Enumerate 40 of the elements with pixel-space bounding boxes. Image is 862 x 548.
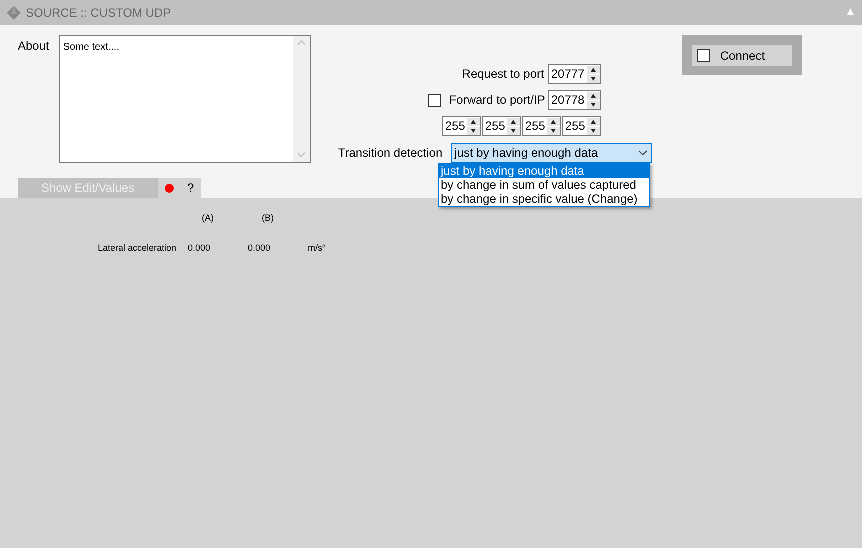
spin-down-icon[interactable] xyxy=(587,126,600,134)
transition-label: Transition detection xyxy=(338,145,443,162)
spin-down-icon[interactable] xyxy=(586,100,600,108)
spin-up-icon[interactable] xyxy=(507,118,520,126)
port-label: Request to port xyxy=(462,66,544,83)
window-title: SOURCE :: CUSTOM UDP xyxy=(26,4,172,22)
unit-label: m/s² xyxy=(308,242,326,254)
spin-down-icon[interactable] xyxy=(507,126,520,134)
spin-up-icon[interactable] xyxy=(587,118,600,126)
about-field[interactable]: Some text.... xyxy=(59,35,312,163)
about-label: About xyxy=(18,39,50,53)
numeric-field[interactable]: 255 xyxy=(522,116,562,136)
forward-label: Forward to port/IP xyxy=(449,92,546,109)
row-label: Lateral acceleration xyxy=(98,242,178,254)
numeric-field[interactable]: 20777 xyxy=(548,64,602,84)
dropdown[interactable]: just by having enough data xyxy=(450,143,652,163)
numeric-field[interactable]: 255 xyxy=(442,116,482,136)
dropdown-option[interactable]: just by having enough data xyxy=(439,164,649,178)
spin-up-icon[interactable] xyxy=(467,118,480,126)
column-header: (A) xyxy=(201,212,215,225)
spin-up-icon[interactable] xyxy=(547,118,560,126)
value-cell-text: 0.000 xyxy=(248,242,272,254)
help-button[interactable]: ? xyxy=(187,179,194,197)
spin-up-icon[interactable] xyxy=(586,66,600,74)
dropdown-option[interactable]: by change in sum of values captured xyxy=(439,178,649,192)
spin-down-icon[interactable] xyxy=(467,126,480,134)
numeric-field[interactable]: 255 xyxy=(562,116,602,136)
chevron-down-icon xyxy=(638,150,648,156)
app-logo-icon xyxy=(6,4,22,20)
checkbox[interactable] xyxy=(428,94,442,106)
dropdown-option[interactable]: by change in specific value (Change) xyxy=(439,192,649,206)
checkbox[interactable] xyxy=(697,49,710,62)
value-cell-text: 0.000 xyxy=(188,242,212,254)
column-header: (B) xyxy=(261,212,275,225)
connect-button[interactable]: Connect xyxy=(692,45,792,66)
numeric-field[interactable]: 20778 xyxy=(548,90,602,110)
spin-down-icon[interactable] xyxy=(547,126,560,134)
spin-down-icon[interactable] xyxy=(586,74,600,82)
spin-up-icon[interactable] xyxy=(586,92,600,100)
numeric-field[interactable]: 255 xyxy=(482,116,522,136)
